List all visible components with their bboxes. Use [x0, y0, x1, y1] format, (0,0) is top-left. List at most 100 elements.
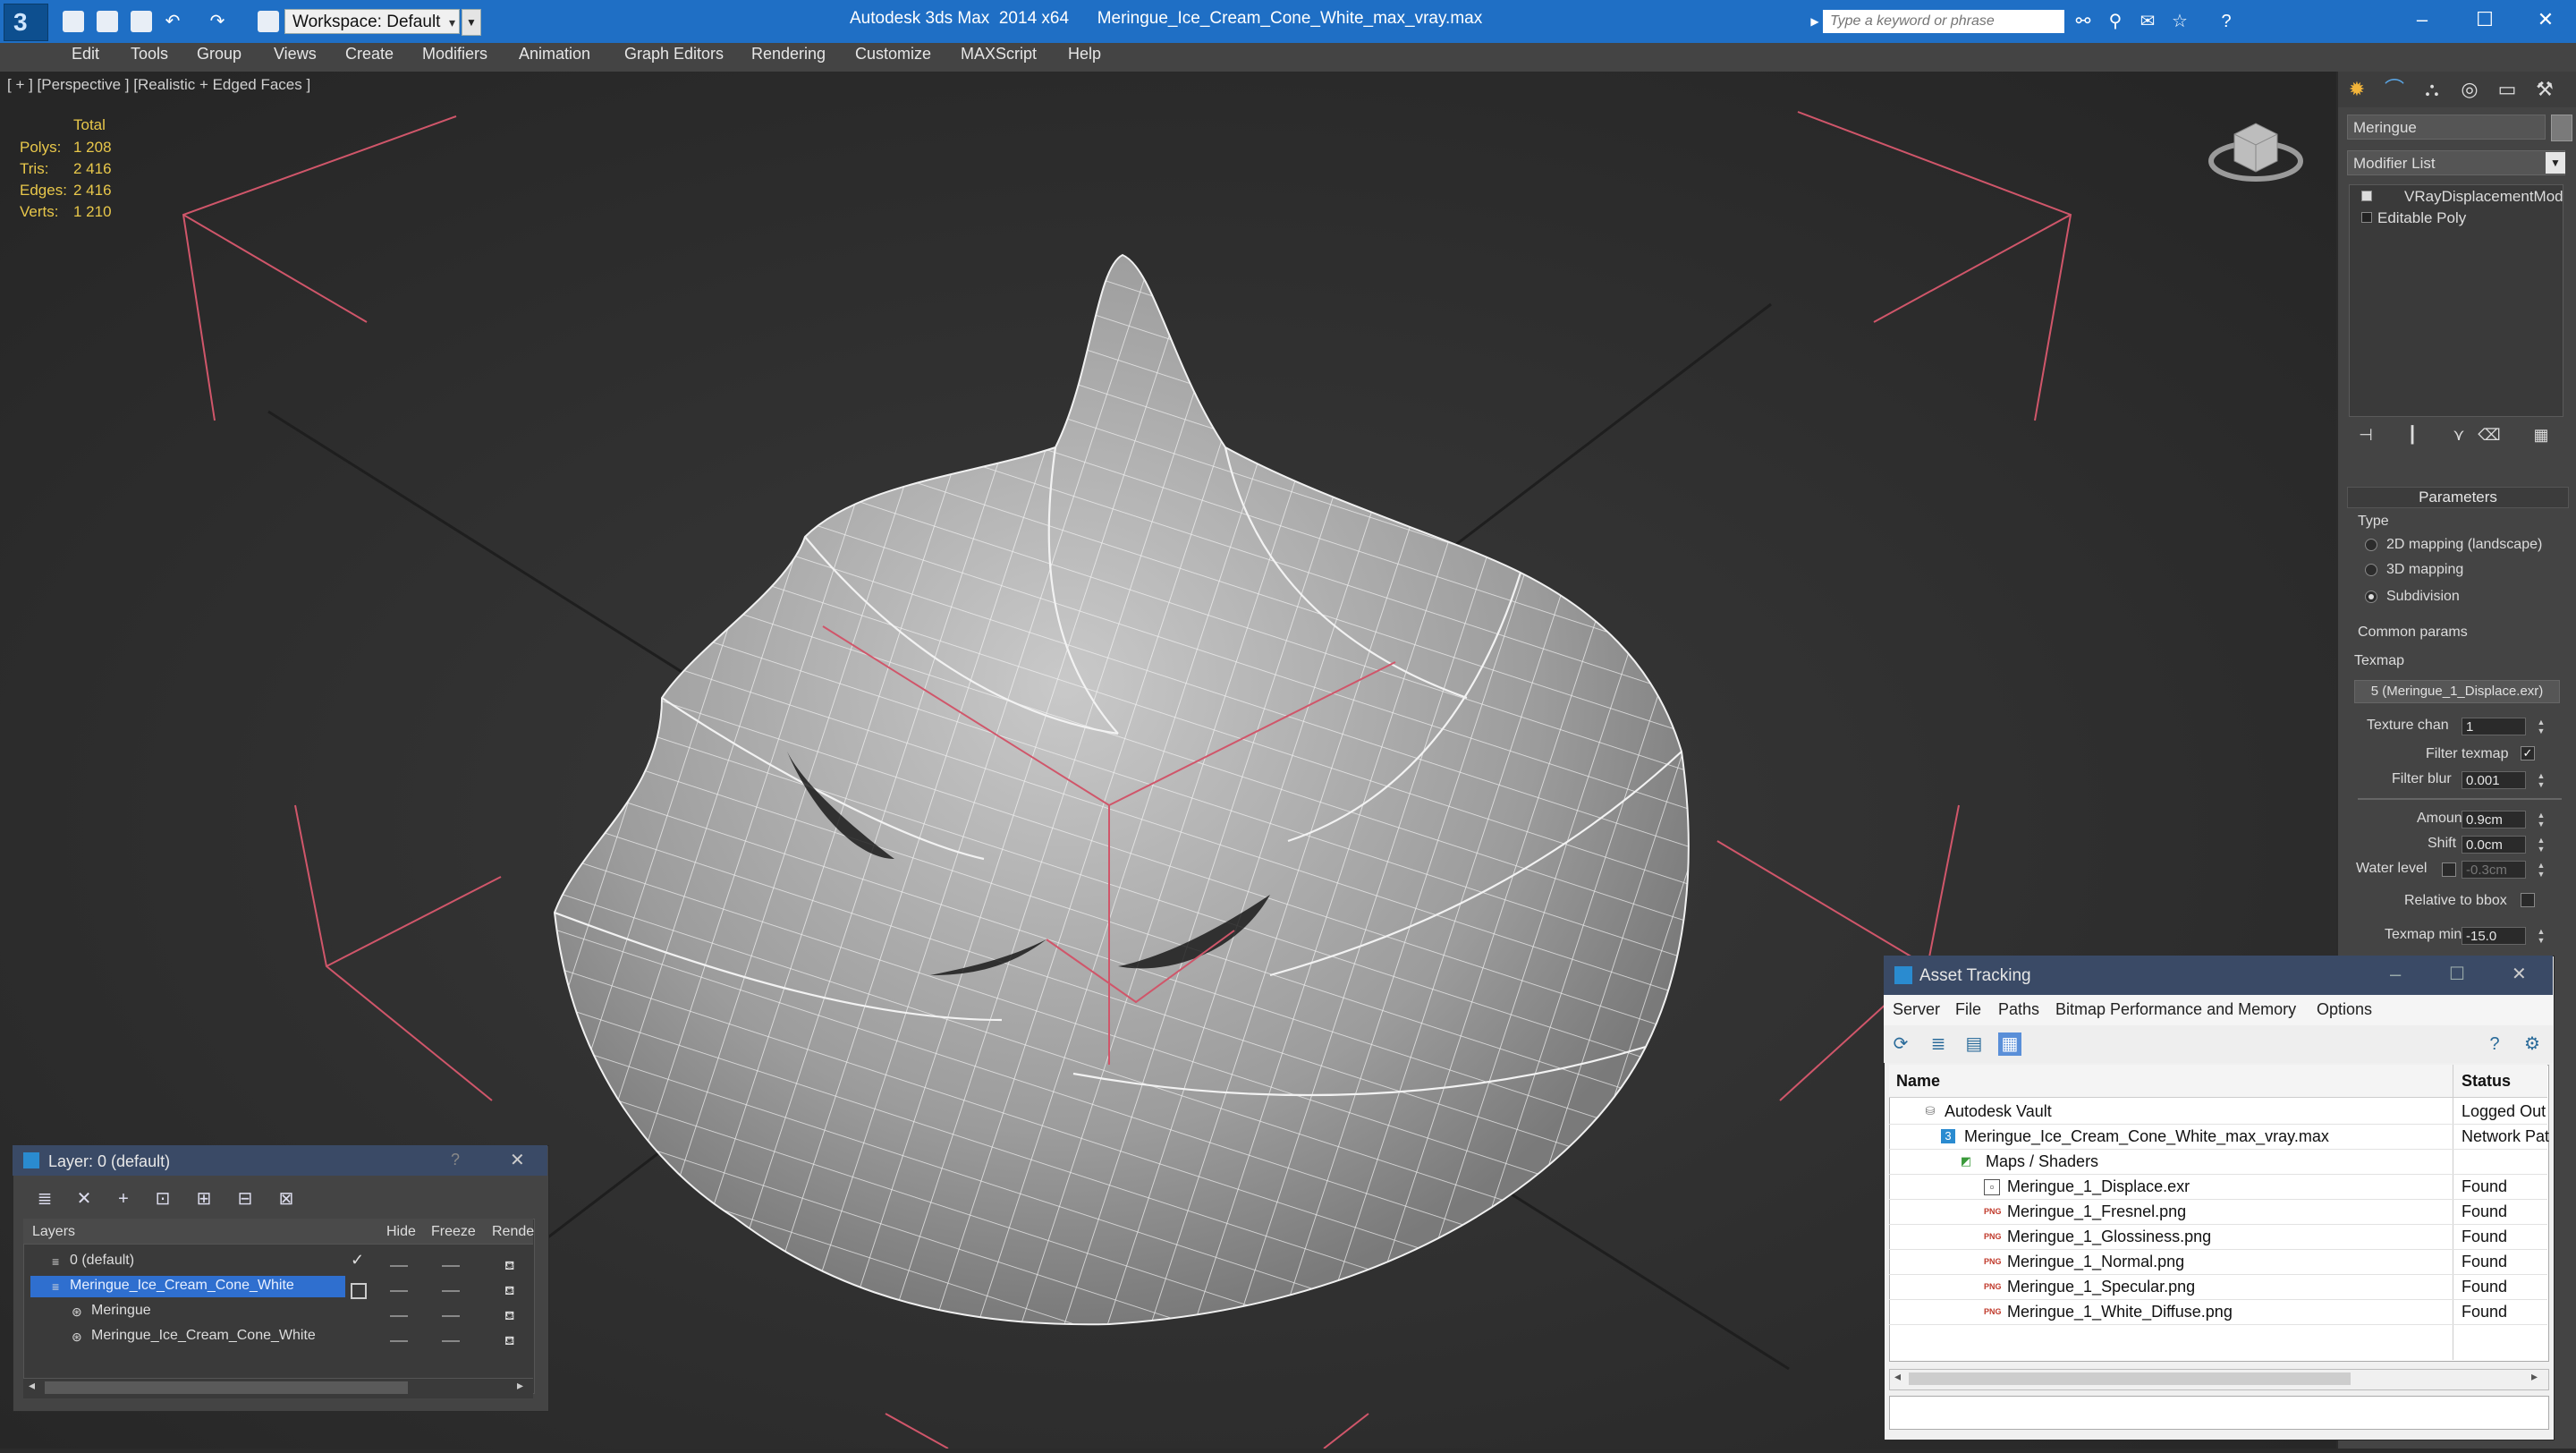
thumbnail-view-icon[interactable]: ▤	[1962, 1032, 1986, 1056]
radio-2d-mapping[interactable]	[2365, 539, 2377, 551]
active-layer-check-icon[interactable]: ✓	[351, 1251, 364, 1270]
spinner-arrows-icon[interactable]: ▲ ▼	[2537, 836, 2546, 854]
asset-row-name[interactable]: Meringue_1_Normal.png	[2007, 1253, 2184, 1271]
menu-maxscript[interactable]: MAXScript	[961, 45, 1037, 64]
active-layer-checkbox[interactable]	[351, 1283, 367, 1299]
show-end-result-icon[interactable]: ┃	[2401, 426, 2424, 447]
render-teapot-icon[interactable]: ⛾	[504, 1308, 521, 1322]
scroll-left-icon[interactable]: ◂	[29, 1378, 35, 1393]
highlight-layer-icon[interactable]: ⊞	[191, 1186, 216, 1211]
communication-icon[interactable]: ✉	[2138, 12, 2157, 31]
help-icon[interactable]: ?	[2216, 12, 2236, 31]
hide-toggle[interactable]	[390, 1265, 408, 1267]
menu-modifiers[interactable]: Modifiers	[422, 45, 487, 64]
amount-spinner[interactable]: 0.9cm	[2462, 811, 2526, 828]
asset-row-name[interactable]: Autodesk Vault	[1945, 1102, 2052, 1121]
menu-tools[interactable]: Tools	[131, 45, 168, 64]
freeze-toggle[interactable]	[442, 1315, 460, 1317]
new-file-icon[interactable]	[63, 11, 84, 32]
stack-item-editable-poly[interactable]: Editable Poly	[2377, 209, 2466, 227]
save-file-icon[interactable]	[131, 11, 152, 32]
chevron-down-icon[interactable]: ▼	[2546, 152, 2565, 174]
make-unique-icon[interactable]: ⋎	[2447, 426, 2470, 447]
asset-menu-paths[interactable]: Paths	[1998, 1000, 2039, 1019]
select-objects-icon[interactable]: ⊡	[150, 1186, 175, 1211]
app-logo-icon[interactable]: 3	[4, 4, 48, 41]
column-status[interactable]: Status	[2462, 1072, 2511, 1091]
hide-toggle[interactable]	[390, 1290, 408, 1292]
texture-chan-spinner[interactable]: 1	[2462, 718, 2526, 735]
menu-edit[interactable]: Edit	[72, 45, 99, 64]
help-tracking-icon[interactable]: ?	[2483, 1032, 2506, 1056]
close-button[interactable]: ✕	[2517, 0, 2574, 43]
maximize-button[interactable]: ☐	[2456, 0, 2513, 43]
layer-object-name[interactable]: Meringue_Ice_Cream_Cone_White	[91, 1328, 316, 1344]
stack-item-vraydisplacement[interactable]: VRayDisplacementMod	[2404, 188, 2563, 206]
configure-modifier-sets-icon[interactable]: ▦	[2529, 426, 2553, 447]
parameters-rollout-header[interactable]: Parameters	[2347, 487, 2569, 508]
delete-layer-icon[interactable]: ✕	[72, 1186, 97, 1211]
menu-views[interactable]: Views	[274, 45, 317, 64]
hide-all-icon[interactable]: ⊟	[233, 1186, 258, 1211]
workspace-dropdown[interactable]: Workspace: Default ▾	[284, 9, 460, 34]
search-input[interactable]	[1823, 10, 2064, 33]
layer-help-button[interactable]: ?	[451, 1151, 460, 1169]
scroll-right-icon[interactable]: ▸	[2531, 1369, 2538, 1384]
settings-icon[interactable]: ⚙	[2521, 1032, 2544, 1056]
column-name[interactable]: Name	[1896, 1072, 1940, 1091]
menu-graph-editors[interactable]: Graph Editors	[624, 45, 724, 64]
freeze-toggle[interactable]	[442, 1340, 460, 1342]
scrollbar-thumb[interactable]	[1909, 1372, 2351, 1385]
texmap-min-spinner[interactable]: -15.0	[2462, 927, 2526, 945]
radio-subdivision[interactable]	[2365, 591, 2377, 603]
freeze-toggle[interactable]	[442, 1265, 460, 1267]
undo-icon[interactable]: ↶	[163, 12, 182, 31]
hierarchy-tab-icon[interactable]: ⛬	[2417, 75, 2447, 104]
utilities-tab-icon[interactable]: ⚒	[2529, 75, 2560, 104]
redo-icon[interactable]: ↷	[208, 12, 227, 31]
water-level-spinner[interactable]: -0.3cm	[2462, 861, 2526, 879]
asset-menu-bitmap[interactable]: Bitmap Performance and Memory	[2055, 1000, 2296, 1019]
binoculars-icon[interactable]: ⚯	[2073, 12, 2093, 31]
asset-menu-options[interactable]: Options	[2317, 1000, 2372, 1019]
freeze-all-icon[interactable]: ⊠	[274, 1186, 299, 1211]
menu-create[interactable]: Create	[345, 45, 394, 64]
menu-customize[interactable]: Customize	[855, 45, 931, 64]
render-teapot-icon[interactable]: ⛾	[504, 1283, 521, 1297]
spinner-arrows-icon[interactable]: ▲ ▼	[2537, 927, 2546, 945]
column-freeze[interactable]: Freeze	[431, 1224, 476, 1240]
open-file-icon[interactable]	[97, 11, 118, 32]
asset-maximize-button[interactable]: ☐	[2449, 963, 2465, 985]
asset-row-name[interactable]: Meringue_1_White_Diffuse.png	[2007, 1303, 2233, 1321]
radio-3d-mapping[interactable]	[2365, 564, 2377, 576]
render-teapot-icon[interactable]: ⛾	[504, 1333, 521, 1347]
asset-minimize-button[interactable]: –	[2390, 963, 2401, 986]
project-folder-icon[interactable]	[258, 11, 279, 32]
subscription-icon[interactable]: ⚲	[2106, 12, 2125, 31]
table-view-icon[interactable]: ▦	[1998, 1032, 2021, 1056]
asset-row-name[interactable]: Meringue_Ice_Cream_Cone_White_max_vray.m…	[1964, 1127, 2329, 1146]
create-tab-icon[interactable]: ✹	[2342, 75, 2372, 104]
scroll-left-icon[interactable]: ◂	[1894, 1369, 1901, 1384]
list-view-icon[interactable]: ≣	[1927, 1032, 1950, 1056]
modifier-list-dropdown[interactable]: Modifier List	[2347, 150, 2565, 175]
hide-toggle[interactable]	[390, 1315, 408, 1317]
menu-group[interactable]: Group	[197, 45, 242, 64]
scrollbar-thumb[interactable]	[45, 1381, 408, 1394]
column-render[interactable]: Rende	[492, 1224, 534, 1240]
asset-row-name[interactable]: Maps / Shaders	[1986, 1152, 2098, 1171]
layer-object-name[interactable]: Meringue	[91, 1303, 151, 1319]
motion-tab-icon[interactable]: ◎	[2454, 75, 2485, 104]
asset-close-button[interactable]: ✕	[2512, 963, 2527, 985]
quick-access-dropdown-icon[interactable]: ▼	[462, 9, 481, 36]
remove-modifier-icon[interactable]: ⌫	[2478, 426, 2501, 447]
spinner-arrows-icon[interactable]: ▲ ▼	[2537, 861, 2546, 879]
hide-toggle[interactable]	[390, 1340, 408, 1342]
asset-row-name[interactable]: Meringue_1_Glossiness.png	[2007, 1228, 2211, 1246]
shift-spinner[interactable]: 0.0cm	[2462, 836, 2526, 854]
column-layers[interactable]: Layers	[32, 1224, 75, 1240]
menu-help[interactable]: Help	[1068, 45, 1101, 64]
viewport-label[interactable]: [ + ] [Perspective ] [Realistic + Edged …	[7, 76, 310, 94]
asset-menu-server[interactable]: Server	[1893, 1000, 1940, 1019]
minimize-button[interactable]: –	[2394, 0, 2451, 43]
